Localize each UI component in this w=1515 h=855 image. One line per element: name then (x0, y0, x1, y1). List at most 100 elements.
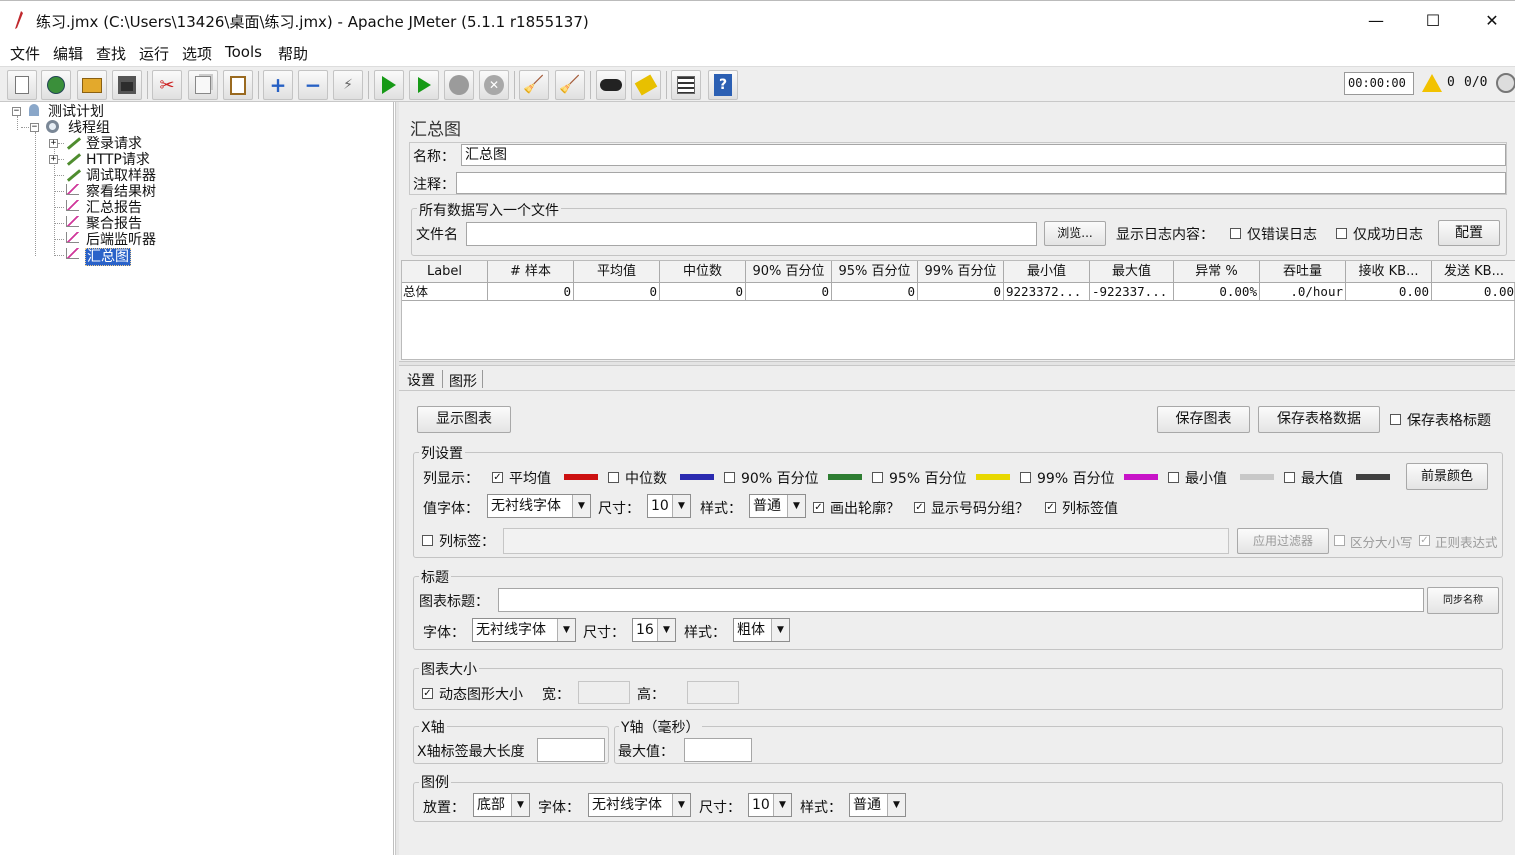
copy-button[interactable] (188, 70, 218, 100)
tree-item-test-plan[interactable]: 测试计划 (48, 104, 104, 120)
templates-button[interactable] (41, 70, 71, 100)
tree-item-aggregate-report[interactable]: 聚合报告 (86, 216, 142, 232)
tree-item-view-results-tree[interactable]: 察看结果树 (86, 184, 156, 200)
save-table-headers-checkbox[interactable] (1390, 414, 1401, 425)
max-checkbox[interactable] (1284, 472, 1295, 483)
collapse-toggle-test-plan[interactable]: − (12, 107, 21, 116)
table-cell[interactable]: 0.00 (1432, 283, 1515, 301)
start-no-pause-button[interactable] (409, 70, 439, 100)
menu-tools[interactable]: Tools (225, 43, 262, 61)
tree-item-debug-sampler[interactable]: 调试取样器 (86, 168, 156, 184)
shutdown-button[interactable]: ✕ (479, 70, 509, 100)
table-cell[interactable]: 0 (574, 283, 660, 301)
p90-checkbox[interactable] (724, 472, 735, 483)
column-header-p90[interactable]: 90% 百分位 (746, 261, 832, 283)
display-graph-button[interactable]: 显示图表 (417, 406, 511, 433)
success-only-checkbox[interactable] (1336, 228, 1347, 239)
value-style-select[interactable]: 普通 ▼ (749, 494, 806, 518)
save-button[interactable] (112, 70, 142, 100)
menu-run[interactable]: 运行 (139, 43, 169, 64)
tab-graph[interactable]: 图形 (449, 371, 477, 391)
start-button[interactable] (374, 70, 404, 100)
function-helper-button[interactable] (671, 70, 701, 100)
new-button[interactable] (7, 70, 37, 100)
legend-style-select[interactable]: 普通 ▼ (849, 793, 906, 817)
errors-only-checkbox[interactable] (1230, 228, 1241, 239)
comment-input[interactable] (456, 172, 1506, 194)
column-header-error-pct[interactable]: 异常 % (1174, 261, 1260, 283)
value-size-select[interactable]: 10 ▼ (647, 494, 691, 518)
collapse-toggle-thread-group[interactable]: − (30, 123, 39, 132)
column-header-throughput[interactable]: 吞吐量 (1260, 261, 1346, 283)
average-checkbox[interactable]: ✓ (492, 472, 503, 483)
height-input[interactable] (687, 681, 739, 704)
title-font-select[interactable]: 无衬线字体 ▼ (472, 618, 576, 642)
collapse-all-button[interactable]: − (298, 70, 328, 100)
reset-search-button[interactable] (631, 70, 661, 100)
configure-button[interactable]: 配置 (1438, 220, 1500, 246)
min-checkbox[interactable] (1168, 472, 1179, 483)
expand-toggle-http[interactable]: + (49, 155, 58, 164)
close-button[interactable]: ✕ (1477, 9, 1507, 33)
x-label-max-length-input[interactable] (537, 738, 605, 762)
open-button[interactable] (77, 70, 107, 100)
tree-item-aggregate-graph[interactable]: 汇总图 (85, 248, 131, 266)
table-cell[interactable]: 9223372... (1004, 283, 1090, 301)
legend-size-select[interactable]: 10 ▼ (748, 793, 792, 817)
menu-search[interactable]: 查找 (96, 43, 126, 64)
toggle-button[interactable]: ⚡ (333, 70, 363, 100)
column-header-median[interactable]: 中位数 (660, 261, 746, 283)
median-checkbox[interactable] (608, 472, 619, 483)
table-cell[interactable]: 总体 (402, 283, 488, 301)
table-cell[interactable]: 0.00% (1174, 283, 1260, 301)
tree-item-backend-listener[interactable]: 后端监听器 (86, 232, 156, 248)
case-sensitive-checkbox[interactable] (1334, 535, 1345, 546)
expand-all-button[interactable]: + (263, 70, 293, 100)
minimize-button[interactable]: — (1361, 9, 1391, 33)
draw-outline-checkbox[interactable]: ✓ (813, 502, 824, 513)
maximize-button[interactable]: ☐ (1418, 9, 1448, 33)
column-label-checkbox[interactable] (422, 535, 433, 546)
legend-placement-select[interactable]: 底部 ▼ (473, 793, 530, 817)
sync-name-button[interactable]: 同步名称 (1427, 587, 1499, 614)
split-divider[interactable] (399, 361, 1515, 366)
apply-filter-button[interactable]: 应用过滤器 (1237, 528, 1329, 554)
clear-all-button[interactable]: 🧹 (555, 70, 585, 100)
column-header-label[interactable]: Label (402, 261, 488, 283)
search-button[interactable] (596, 70, 626, 100)
save-table-data-button[interactable]: 保存表格数据 (1258, 406, 1380, 433)
chart-title-input[interactable] (498, 588, 1424, 612)
clear-button[interactable]: 🧹 (519, 70, 549, 100)
foreground-color-button[interactable]: 前景颜色 (1406, 463, 1488, 490)
legend-font-select[interactable]: 无衬线字体 ▼ (588, 793, 691, 817)
name-input[interactable]: 汇总图 (461, 144, 1506, 166)
table-cell[interactable]: -922337... (1090, 283, 1174, 301)
number-grouping-checkbox[interactable]: ✓ (914, 502, 925, 513)
tree-item-http-request[interactable]: HTTP请求 (86, 152, 150, 168)
column-header-samples[interactable]: # 样本 (488, 261, 574, 283)
column-header-average[interactable]: 平均值 (574, 261, 660, 283)
browse-button[interactable]: 浏览... (1044, 221, 1106, 246)
tab-settings[interactable]: 设置 (407, 370, 435, 390)
tree-item-login-request[interactable]: 登录请求 (86, 136, 142, 152)
stop-button[interactable] (444, 70, 474, 100)
column-header-p95[interactable]: 95% 百分位 (832, 261, 918, 283)
table-cell[interactable]: 0 (488, 283, 574, 301)
paste-button[interactable] (223, 70, 253, 100)
filename-input[interactable] (466, 222, 1037, 246)
menu-file[interactable]: 文件 (10, 43, 40, 64)
expand-toggle-login[interactable]: + (49, 139, 58, 148)
column-header-p99[interactable]: 99% 百分位 (918, 261, 1004, 283)
table-cell[interactable]: .0/hour (1260, 283, 1346, 301)
save-graph-button[interactable]: 保存图表 (1157, 406, 1250, 433)
table-cell[interactable]: 0 (660, 283, 746, 301)
width-input[interactable] (578, 681, 630, 704)
column-label-input[interactable] (503, 528, 1229, 554)
column-header-received-kb[interactable]: 接收 KB... (1346, 261, 1432, 283)
menu-edit[interactable]: 编辑 (53, 43, 83, 64)
dynamic-size-checkbox[interactable]: ✓ (422, 688, 433, 699)
cut-button[interactable]: ✂ (152, 70, 182, 100)
regex-checkbox[interactable]: ✓ (1419, 535, 1430, 546)
column-header-min[interactable]: 最小值 (1004, 261, 1090, 283)
table-cell[interactable]: 0 (832, 283, 918, 301)
